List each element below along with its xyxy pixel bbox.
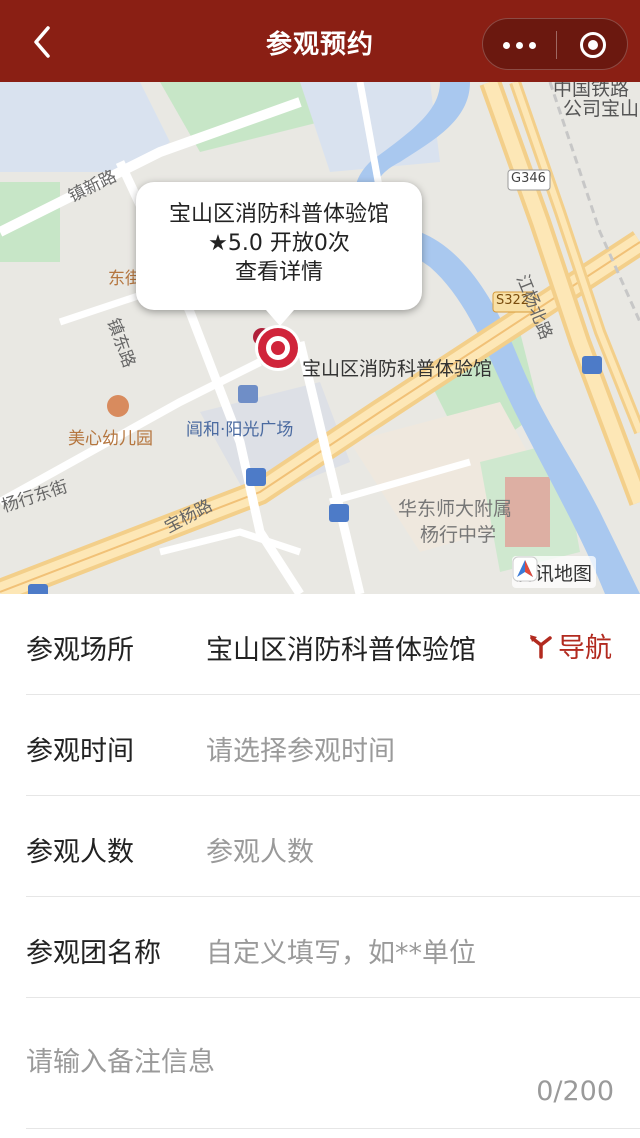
visitor-count-row[interactable]: 参观人数 参观人数 xyxy=(26,796,640,897)
map-provider-logo: 腾讯地图 xyxy=(512,556,597,588)
map-label: 阊和·阳光广场 xyxy=(186,420,294,440)
nav-header: 参观预约 xyxy=(0,0,640,82)
more-dots-icon xyxy=(503,41,510,49)
group-name-row[interactable]: 参观团名称 自定义填写，如**单位 xyxy=(26,897,640,998)
venue-row: 参观场所 宝山区消防科普体验馆 导航 xyxy=(26,594,640,695)
group-name-label: 参观团名称 xyxy=(26,938,161,969)
visitor-count-input[interactable]: 参观人数 xyxy=(206,830,314,869)
visit-time-row[interactable]: 参观时间 请选择参观时间 xyxy=(26,695,640,796)
navigate-button[interactable]: 导航 xyxy=(528,626,612,665)
visit-time-picker[interactable]: 请选择参观时间 xyxy=(206,729,395,768)
visit-time-label: 参观时间 xyxy=(26,736,134,767)
group-name-input[interactable]: 自定义填写，如**单位 xyxy=(206,931,476,970)
venue-label: 参观场所 xyxy=(26,635,134,666)
mini-program-capsule xyxy=(482,18,628,70)
map-label: 杨行中学 xyxy=(420,524,497,546)
map-label: 美心幼儿园 xyxy=(68,429,153,449)
close-button[interactable] xyxy=(557,19,629,71)
poi-info-bubble[interactable]: 宝山区消防科普体验馆 ★5.0 开放0次 查看详情 xyxy=(136,182,422,326)
navigation-fork-icon xyxy=(530,634,552,659)
visitor-count-label: 参观人数 xyxy=(26,837,134,868)
pin-label: 宝山区消防科普体验馆 xyxy=(302,358,493,380)
poi-detail-link[interactable]: 查看详情 xyxy=(136,258,422,287)
more-button[interactable] xyxy=(483,19,556,71)
map-label: 公司宝山 xyxy=(563,98,640,120)
poi-stats: ★5.0 开放0次 xyxy=(208,231,350,256)
divider xyxy=(26,1128,640,1129)
map-label: 华东师大附属 xyxy=(398,498,513,520)
venue-value: 宝山区消防科普体验馆 xyxy=(206,635,476,666)
poi-name: 宝山区消防科普体验馆 xyxy=(168,202,389,227)
target-close-icon xyxy=(580,32,606,58)
remark-textarea[interactable]: 请输入备注信息 xyxy=(26,1040,215,1079)
remark-char-counter: 0/200 xyxy=(536,1076,614,1107)
map-view[interactable]: 中国铁路 公司宝山 镇新路 G346 S322 江杨北路 镇东路 东街 宝山区消… xyxy=(0,82,640,594)
road-shield-label: G346 xyxy=(511,171,546,186)
tencent-map-icon xyxy=(512,556,538,582)
